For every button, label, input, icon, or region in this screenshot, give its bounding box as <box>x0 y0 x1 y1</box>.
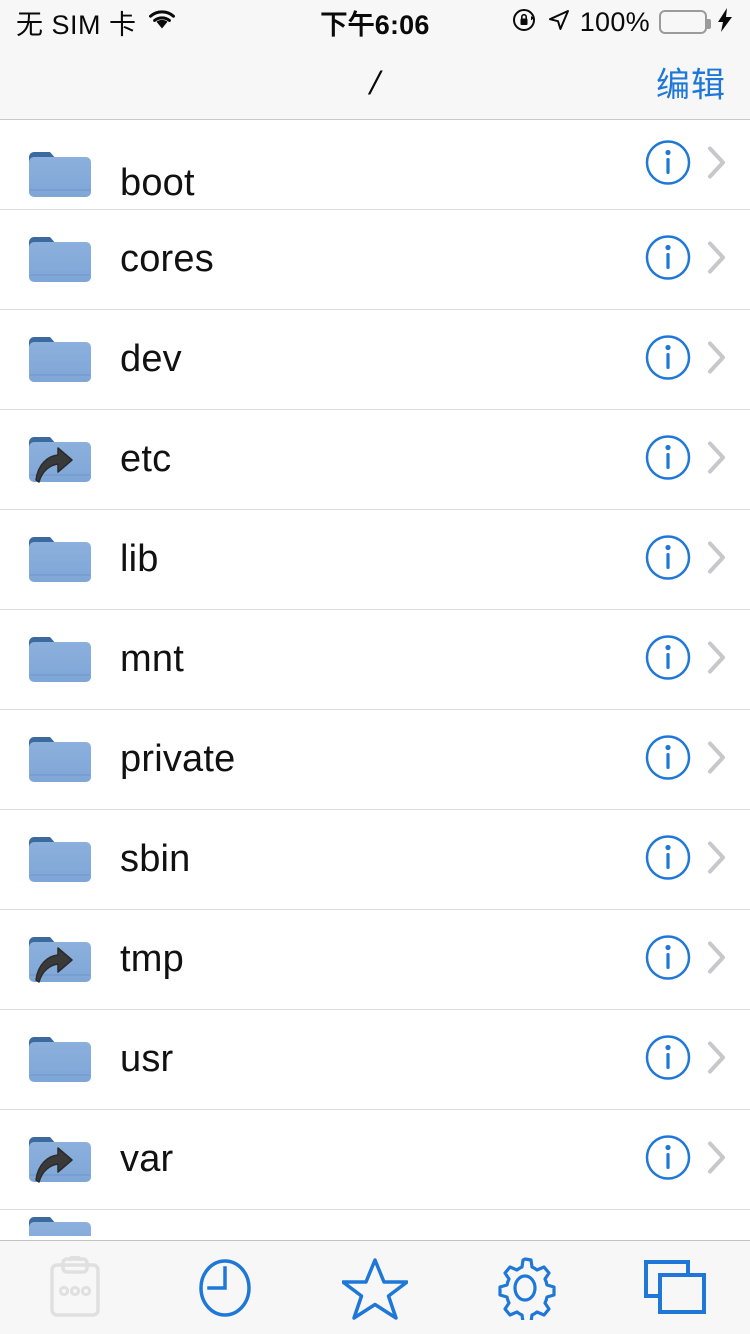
table-row[interactable]: boot <box>0 120 750 210</box>
location-arrow-icon <box>547 8 571 37</box>
file-name-label: var <box>120 1138 174 1180</box>
table-row[interactable]: mnt <box>0 610 750 710</box>
row-accessories <box>644 433 728 486</box>
tab-clipboard <box>0 1241 150 1334</box>
info-button[interactable] <box>644 333 692 386</box>
row-accessories <box>644 1133 728 1186</box>
tab-clock[interactable] <box>150 1241 300 1334</box>
folder-icon <box>26 730 94 790</box>
clipboard-icon <box>46 1255 104 1320</box>
info-button[interactable] <box>644 833 692 886</box>
folder-icon <box>26 145 94 205</box>
info-button[interactable] <box>644 1033 692 1086</box>
star-icon[interactable] <box>342 1256 408 1320</box>
table-row[interactable]: var <box>0 1110 750 1210</box>
table-row[interactable]: tmp <box>0 910 750 1010</box>
edit-button[interactable]: 编辑 <box>656 57 726 106</box>
file-list[interactable]: boot cores dev etc lib mnt private sbin … <box>0 120 750 1240</box>
file-name-label: etc <box>120 438 172 480</box>
file-name-label: usr <box>120 1038 174 1080</box>
disclosure-chevron-icon <box>706 739 728 780</box>
file-name-label: boot <box>120 162 195 204</box>
row-accessories <box>644 233 728 286</box>
disclosure-chevron-icon <box>706 1039 728 1080</box>
row-accessories <box>644 733 728 786</box>
file-name-label: dev <box>120 338 182 380</box>
info-button[interactable] <box>644 433 692 486</box>
row-accessories <box>644 333 728 386</box>
disclosure-chevron-icon <box>706 239 728 280</box>
file-name-label: mnt <box>120 638 184 680</box>
folder-symlink-icon <box>26 930 94 990</box>
disclosure-chevron-icon <box>706 539 728 580</box>
status-bar-left: 无 SIM 卡 <box>16 3 178 42</box>
folder-symlink-icon <box>26 430 94 490</box>
battery-percent-label: 100% <box>579 6 650 37</box>
page-title: / <box>369 61 380 102</box>
file-name-label: private <box>120 738 236 780</box>
disclosure-chevron-icon <box>706 1139 728 1180</box>
table-row[interactable]: cores <box>0 210 750 310</box>
table-row[interactable]: lib <box>0 510 750 610</box>
tab-bar <box>0 1240 750 1334</box>
tab-star[interactable] <box>300 1241 450 1334</box>
folder-icon <box>26 1210 94 1236</box>
clock-label: 下午6:06 <box>320 9 430 40</box>
row-accessories <box>644 138 728 191</box>
wifi-icon <box>146 8 178 37</box>
gear-icon[interactable] <box>494 1256 556 1320</box>
info-button[interactable] <box>644 633 692 686</box>
disclosure-chevron-icon <box>706 144 728 185</box>
folder-icon <box>26 630 94 690</box>
status-bar-right: 100% <box>512 7 734 38</box>
disclosure-chevron-icon <box>706 639 728 680</box>
table-row[interactable]: dev <box>0 310 750 410</box>
carrier-label: 无 SIM 卡 <box>16 9 137 40</box>
info-button[interactable] <box>644 933 692 986</box>
row-accessories <box>644 633 728 686</box>
rotation-lock-icon <box>512 7 538 38</box>
battery-full-icon <box>659 10 711 34</box>
windows-icon[interactable] <box>642 1256 708 1320</box>
table-row[interactable]: sbin <box>0 810 750 910</box>
folder-icon <box>26 530 94 590</box>
row-accessories <box>644 533 728 586</box>
file-manager-screen: 无 SIM 卡 下午6:06 100% / 编辑 boot cores dev … <box>0 0 750 1334</box>
file-name-label: sbin <box>120 838 191 880</box>
lightning-bolt-icon <box>716 7 734 38</box>
info-button[interactable] <box>644 138 692 191</box>
info-button[interactable] <box>644 533 692 586</box>
file-name-label: cores <box>120 238 214 280</box>
row-accessories <box>644 833 728 886</box>
clock-icon[interactable] <box>195 1256 255 1320</box>
folder-icon <box>26 230 94 290</box>
table-row[interactable]: usr <box>0 1010 750 1110</box>
folder-icon <box>26 330 94 390</box>
table-row[interactable]: etc <box>0 410 750 510</box>
disclosure-chevron-icon <box>706 439 728 480</box>
info-button[interactable] <box>644 1133 692 1186</box>
folder-symlink-icon <box>26 1130 94 1190</box>
info-button[interactable] <box>644 233 692 286</box>
navigation-bar: / 编辑 <box>0 44 750 120</box>
folder-icon <box>26 830 94 890</box>
tab-gear[interactable] <box>450 1241 600 1334</box>
status-bar: 无 SIM 卡 下午6:06 100% <box>0 0 750 44</box>
table-row-partial[interactable] <box>0 1210 750 1236</box>
row-accessories <box>644 933 728 986</box>
disclosure-chevron-icon <box>706 839 728 880</box>
row-accessories <box>644 1033 728 1086</box>
tab-windows[interactable] <box>600 1241 750 1334</box>
info-button[interactable] <box>644 733 692 786</box>
file-name-label: lib <box>120 538 159 580</box>
table-row[interactable]: private <box>0 710 750 810</box>
disclosure-chevron-icon <box>706 339 728 380</box>
folder-icon <box>26 1030 94 1090</box>
file-name-label: tmp <box>120 938 184 980</box>
disclosure-chevron-icon <box>706 939 728 980</box>
